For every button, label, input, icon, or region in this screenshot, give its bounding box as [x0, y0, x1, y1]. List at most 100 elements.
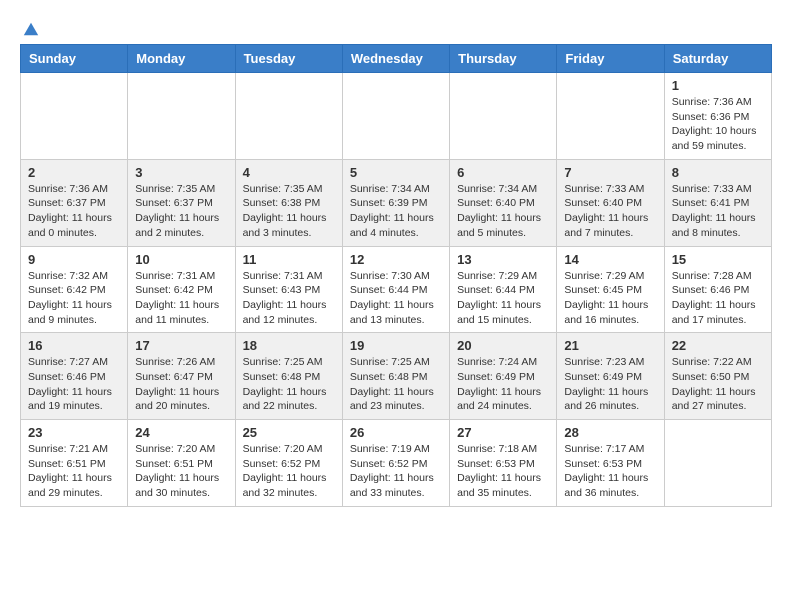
day-info: Sunrise: 7:29 AMSunset: 6:45 PMDaylight:… — [564, 269, 656, 328]
day-info: Sunrise: 7:31 AMSunset: 6:42 PMDaylight:… — [135, 269, 227, 328]
day-info: Sunrise: 7:33 AMSunset: 6:41 PMDaylight:… — [672, 182, 764, 241]
weekday-header-wednesday: Wednesday — [342, 45, 449, 73]
calendar-cell: 26 Sunrise: 7:19 AMSunset: 6:52 PMDayligh… — [342, 420, 449, 507]
calendar-cell: 15 Sunrise: 7:28 AMSunset: 6:46 PMDayligh… — [664, 246, 771, 333]
day-info: Sunrise: 7:32 AMSunset: 6:42 PMDaylight:… — [28, 269, 120, 328]
day-number: 20 — [457, 338, 549, 353]
day-info: Sunrise: 7:36 AMSunset: 6:37 PMDaylight:… — [28, 182, 120, 241]
calendar-cell — [664, 420, 771, 507]
weekday-header-tuesday: Tuesday — [235, 45, 342, 73]
calendar-cell: 20 Sunrise: 7:24 AMSunset: 6:49 PMDayligh… — [450, 333, 557, 420]
day-number: 11 — [243, 252, 335, 267]
day-info: Sunrise: 7:20 AMSunset: 6:51 PMDaylight:… — [135, 442, 227, 501]
weekday-header-saturday: Saturday — [664, 45, 771, 73]
day-number: 5 — [350, 165, 442, 180]
calendar-cell — [450, 73, 557, 160]
day-info: Sunrise: 7:25 AMSunset: 6:48 PMDaylight:… — [243, 355, 335, 414]
calendar-table: SundayMondayTuesdayWednesdayThursdayFrid… — [20, 44, 772, 507]
calendar-cell: 12 Sunrise: 7:30 AMSunset: 6:44 PMDayligh… — [342, 246, 449, 333]
weekday-header-monday: Monday — [128, 45, 235, 73]
day-info: Sunrise: 7:31 AMSunset: 6:43 PMDaylight:… — [243, 269, 335, 328]
calendar-cell — [557, 73, 664, 160]
weekday-header-thursday: Thursday — [450, 45, 557, 73]
calendar-cell: 1 Sunrise: 7:36 AMSunset: 6:36 PMDaylight… — [664, 73, 771, 160]
day-number: 1 — [672, 78, 764, 93]
page-header — [20, 20, 772, 34]
week-row-2: 2Sunrise: 7:36 AMSunset: 6:37 PMDaylight… — [21, 159, 772, 246]
calendar-cell — [128, 73, 235, 160]
calendar-cell: 3 Sunrise: 7:35 AMSunset: 6:37 PMDaylight… — [128, 159, 235, 246]
day-number: 14 — [564, 252, 656, 267]
calendar-cell — [235, 73, 342, 160]
day-info: Sunrise: 7:30 AMSunset: 6:44 PMDaylight:… — [350, 269, 442, 328]
calendar-cell: 27 Sunrise: 7:18 AMSunset: 6:53 PMDayligh… — [450, 420, 557, 507]
calendar-cell: 13 Sunrise: 7:29 AMSunset: 6:44 PMDayligh… — [450, 246, 557, 333]
week-row-4: 16 Sunrise: 7:27 AMSunset: 6:46 PMDayligh… — [21, 333, 772, 420]
day-info: Sunrise: 7:28 AMSunset: 6:46 PMDaylight:… — [672, 269, 764, 328]
day-number: 13 — [457, 252, 549, 267]
calendar-cell: 2Sunrise: 7:36 AMSunset: 6:37 PMDaylight… — [21, 159, 128, 246]
calendar-cell: 18 Sunrise: 7:25 AMSunset: 6:48 PMDayligh… — [235, 333, 342, 420]
day-number: 28 — [564, 425, 656, 440]
calendar-cell: 24Sunrise: 7:20 AMSunset: 6:51 PMDayligh… — [128, 420, 235, 507]
day-number: 21 — [564, 338, 656, 353]
day-number: 7 — [564, 165, 656, 180]
day-info: Sunrise: 7:29 AMSunset: 6:44 PMDaylight:… — [457, 269, 549, 328]
day-info: Sunrise: 7:23 AMSunset: 6:49 PMDaylight:… — [564, 355, 656, 414]
day-info: Sunrise: 7:34 AMSunset: 6:39 PMDaylight:… — [350, 182, 442, 241]
calendar-cell: 9 Sunrise: 7:32 AMSunset: 6:42 PMDaylight… — [21, 246, 128, 333]
logo — [20, 20, 40, 34]
day-number: 26 — [350, 425, 442, 440]
calendar-cell: 14 Sunrise: 7:29 AMSunset: 6:45 PMDayligh… — [557, 246, 664, 333]
calendar-cell: 17 Sunrise: 7:26 AMSunset: 6:47 PMDayligh… — [128, 333, 235, 420]
day-number: 8 — [672, 165, 764, 180]
day-number: 23 — [28, 425, 120, 440]
day-info: Sunrise: 7:17 AMSunset: 6:53 PMDaylight:… — [564, 442, 656, 501]
day-number: 4 — [243, 165, 335, 180]
day-number: 15 — [672, 252, 764, 267]
calendar-cell: 6 Sunrise: 7:34 AMSunset: 6:40 PMDaylight… — [450, 159, 557, 246]
day-info: Sunrise: 7:33 AMSunset: 6:40 PMDaylight:… — [564, 182, 656, 241]
weekday-header-row: SundayMondayTuesdayWednesdayThursdayFrid… — [21, 45, 772, 73]
day-info: Sunrise: 7:24 AMSunset: 6:49 PMDaylight:… — [457, 355, 549, 414]
day-info: Sunrise: 7:19 AMSunset: 6:52 PMDaylight:… — [350, 442, 442, 501]
day-info: Sunrise: 7:35 AMSunset: 6:38 PMDaylight:… — [243, 182, 335, 241]
calendar-cell: 7 Sunrise: 7:33 AMSunset: 6:40 PMDaylight… — [557, 159, 664, 246]
day-number: 18 — [243, 338, 335, 353]
day-number: 12 — [350, 252, 442, 267]
week-row-3: 9 Sunrise: 7:32 AMSunset: 6:42 PMDaylight… — [21, 246, 772, 333]
calendar-cell: 8 Sunrise: 7:33 AMSunset: 6:41 PMDaylight… — [664, 159, 771, 246]
calendar-cell: 19Sunrise: 7:25 AMSunset: 6:48 PMDayligh… — [342, 333, 449, 420]
day-info: Sunrise: 7:36 AMSunset: 6:36 PMDaylight:… — [672, 95, 764, 154]
day-info: Sunrise: 7:26 AMSunset: 6:47 PMDaylight:… — [135, 355, 227, 414]
weekday-header-sunday: Sunday — [21, 45, 128, 73]
calendar-cell: 16 Sunrise: 7:27 AMSunset: 6:46 PMDayligh… — [21, 333, 128, 420]
day-number: 17 — [135, 338, 227, 353]
logo-icon — [22, 20, 40, 38]
week-row-1: 1 Sunrise: 7:36 AMSunset: 6:36 PMDaylight… — [21, 73, 772, 160]
day-number: 16 — [28, 338, 120, 353]
day-info: Sunrise: 7:34 AMSunset: 6:40 PMDaylight:… — [457, 182, 549, 241]
day-number: 3 — [135, 165, 227, 180]
calendar-cell: 23Sunrise: 7:21 AMSunset: 6:51 PMDayligh… — [21, 420, 128, 507]
calendar-cell: 10Sunrise: 7:31 AMSunset: 6:42 PMDayligh… — [128, 246, 235, 333]
calendar-cell: 28 Sunrise: 7:17 AMSunset: 6:53 PMDayligh… — [557, 420, 664, 507]
day-info: Sunrise: 7:18 AMSunset: 6:53 PMDaylight:… — [457, 442, 549, 501]
day-info: Sunrise: 7:35 AMSunset: 6:37 PMDaylight:… — [135, 182, 227, 241]
week-row-5: 23Sunrise: 7:21 AMSunset: 6:51 PMDayligh… — [21, 420, 772, 507]
day-number: 9 — [28, 252, 120, 267]
calendar-cell: 25Sunrise: 7:20 AMSunset: 6:52 PMDayligh… — [235, 420, 342, 507]
day-info: Sunrise: 7:27 AMSunset: 6:46 PMDaylight:… — [28, 355, 120, 414]
calendar-cell — [342, 73, 449, 160]
calendar-cell: 22Sunrise: 7:22 AMSunset: 6:50 PMDayligh… — [664, 333, 771, 420]
calendar-cell: 4 Sunrise: 7:35 AMSunset: 6:38 PMDaylight… — [235, 159, 342, 246]
day-info: Sunrise: 7:25 AMSunset: 6:48 PMDaylight:… — [350, 355, 442, 414]
day-number: 27 — [457, 425, 549, 440]
calendar-cell: 5 Sunrise: 7:34 AMSunset: 6:39 PMDaylight… — [342, 159, 449, 246]
weekday-header-friday: Friday — [557, 45, 664, 73]
day-info: Sunrise: 7:22 AMSunset: 6:50 PMDaylight:… — [672, 355, 764, 414]
day-number: 6 — [457, 165, 549, 180]
day-number: 25 — [243, 425, 335, 440]
calendar-cell: 11 Sunrise: 7:31 AMSunset: 6:43 PMDayligh… — [235, 246, 342, 333]
calendar-cell: 21 Sunrise: 7:23 AMSunset: 6:49 PMDayligh… — [557, 333, 664, 420]
